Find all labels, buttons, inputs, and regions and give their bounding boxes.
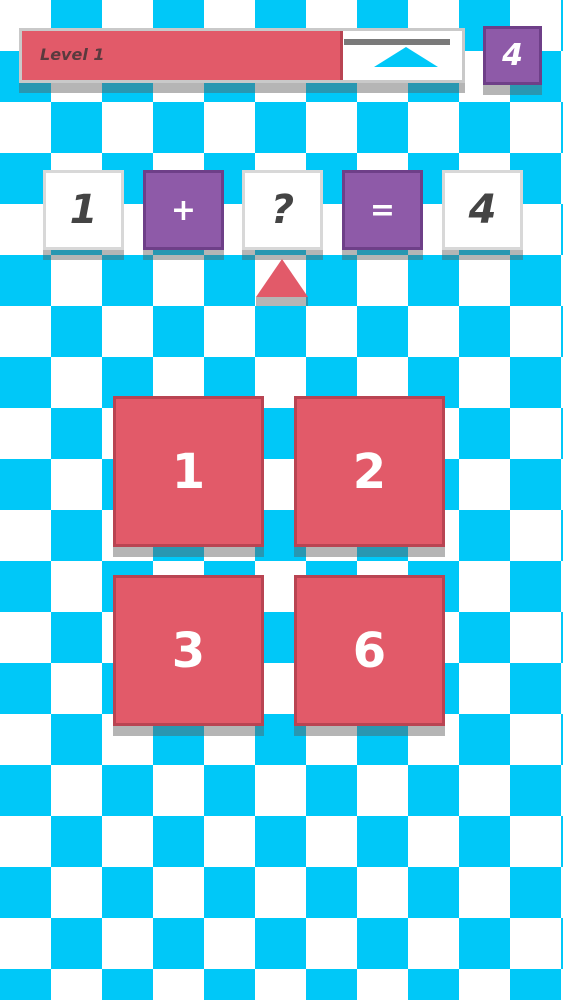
pointer-shadow — [256, 297, 308, 306]
equation-result: 4 — [442, 170, 523, 250]
answer-button-4[interactable]: 6 — [294, 575, 445, 726]
equation-equals: = — [342, 170, 423, 250]
level-progress-bar: Level 1 — [19, 28, 465, 83]
equation-operator: + — [143, 170, 224, 250]
answer-button-2[interactable]: 2 — [294, 396, 445, 547]
triangle-up-icon — [256, 259, 308, 297]
answer-button-3[interactable]: 3 — [113, 575, 264, 726]
progress-marker-line — [344, 39, 450, 45]
equation-unknown: ? — [242, 170, 323, 250]
level-label: Level 1 — [40, 45, 105, 64]
triangle-marker-icon — [374, 47, 438, 67]
score-counter: 4 — [483, 26, 542, 85]
answer-button-1[interactable]: 1 — [113, 396, 264, 547]
equation-operand-1: 1 — [43, 170, 124, 250]
